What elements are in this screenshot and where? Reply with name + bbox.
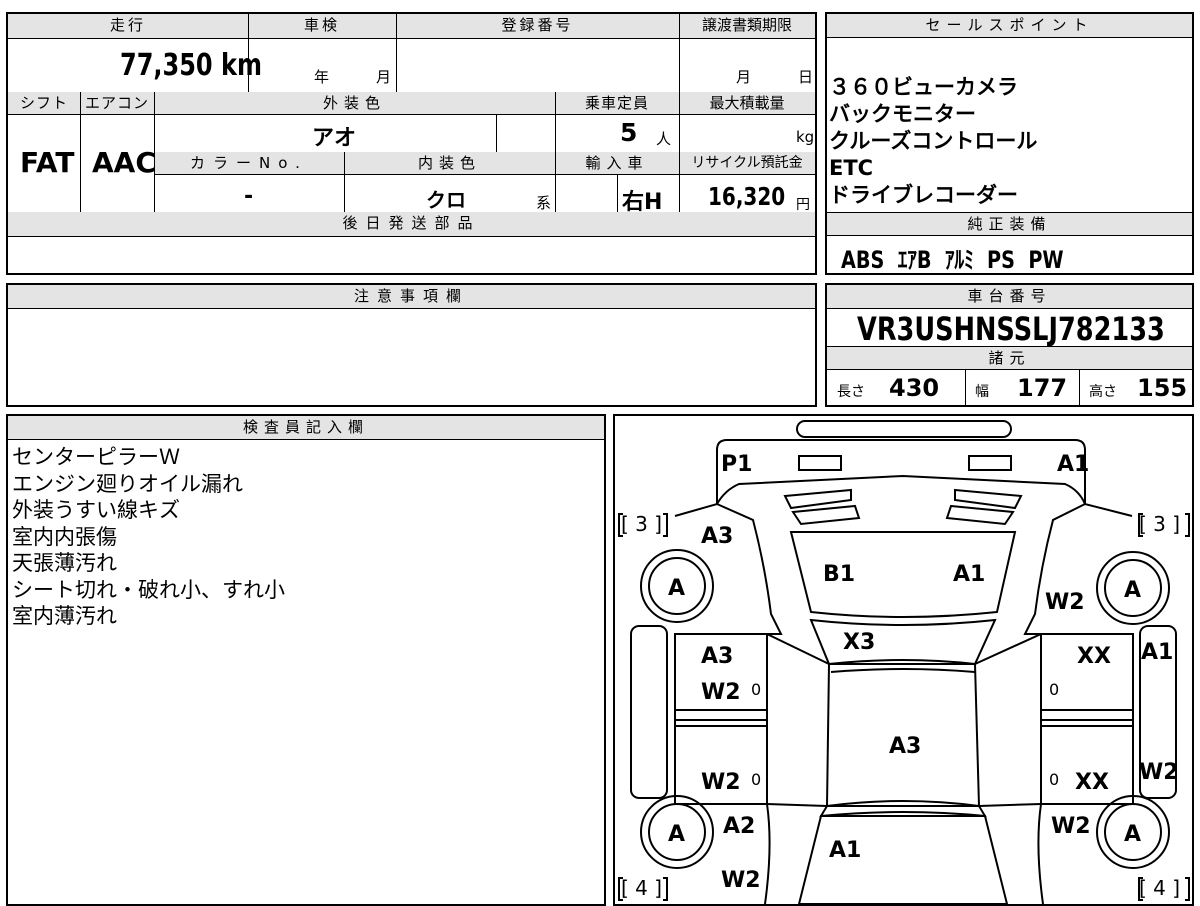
height-value: 155 — [1137, 374, 1188, 402]
capacity-unit: 人 — [656, 130, 672, 148]
width-label: 幅 — [975, 384, 989, 400]
ac-value: AAC — [92, 146, 156, 179]
mark-zero-rf: 0 — [1049, 680, 1060, 699]
inspection-year-unit: 年 — [314, 68, 330, 86]
recycle-label: リサイクル預託金 — [679, 152, 815, 174]
inspector-line: 室内内張傷 — [12, 524, 117, 549]
mark-rear-left: W2 — [721, 868, 761, 893]
mark-zero-lf: 0 — [751, 680, 762, 699]
inspector-line: 外装うすい線キズ — [12, 498, 180, 522]
color-no-value: - — [244, 184, 254, 209]
interior-color-value: クロ — [426, 188, 466, 212]
standard-equipment-value: ABS ｴｱB ｱﾙﾐ PS PW — [841, 246, 1064, 274]
mark-windshield: X3 — [843, 630, 876, 655]
sales-points-list: ３６０ビューカメラ バックモニター クルーズコントロール ETC ドライブレコー… — [829, 74, 1189, 209]
inspector-line: 天張薄汚れ — [12, 551, 117, 575]
bracket-rear-left: [ 4 ] — [621, 876, 663, 900]
max-load-unit: kg — [796, 128, 815, 146]
registration-label: 登録番号 — [396, 14, 679, 38]
exterior-color-value: アオ — [312, 126, 357, 151]
import-label: 輸入車 — [555, 152, 679, 174]
bracket-rear-right: [ 4 ] — [1139, 876, 1181, 900]
exterior-color-label: 外装色 — [154, 92, 555, 114]
width-value: 177 — [1017, 374, 1068, 402]
vehicle-info-table: 走行 車検 登録番号 譲渡書類期限 77,350 km 年 月 月 日 シフト … — [6, 12, 817, 275]
interior-color-suffix: 系 — [536, 194, 552, 212]
bracket-front-right: [ 3 ] — [1139, 512, 1181, 536]
inspector-line: 室内薄汚れ — [12, 604, 117, 628]
mark-hood-right: A1 — [953, 562, 986, 587]
mark-right-rear-door: XX — [1075, 770, 1109, 795]
specs-label: 諸元 — [827, 346, 1192, 370]
inspection-label: 車検 — [248, 14, 396, 38]
sales-point-item: クルーズコントロール — [829, 129, 1038, 153]
interior-color-label: 内装色 — [344, 152, 555, 174]
capacity-value: 5 — [620, 118, 638, 147]
chassis-box: 車台番号 VR3USHNSSLJ782133 諸元 長さ 430 幅 177 高… — [825, 283, 1194, 407]
mark-left-rear-door: W2 — [701, 770, 741, 795]
sales-point-item: ３６０ビューカメラ — [829, 75, 1018, 99]
mark-left-front-door-1: A3 — [701, 644, 734, 669]
transfer-month-unit: 月 — [736, 68, 752, 86]
length-value: 430 — [889, 374, 940, 402]
capacity-label: 乗車定員 — [555, 92, 679, 114]
mileage-label: 走行 — [8, 14, 248, 38]
inspection-month-unit: 月 — [376, 68, 392, 86]
mileage-value: 77,350 km — [120, 48, 262, 83]
mark-roof: A3 — [889, 734, 922, 759]
mark-left-front-door-2: W2 — [701, 680, 741, 705]
standard-equipment-label: 純正装備 — [827, 213, 1192, 236]
mark-right-front-fender: W2 — [1045, 590, 1085, 615]
color-no-label: カラーNo. — [154, 152, 344, 174]
inspector-list: センターピラーＷ エンジン廻りオイル漏れ 外装うすい線キズ 室内内張傷 天張薄汚… — [12, 444, 602, 630]
mark-right-rear-fender: W2 — [1051, 814, 1091, 839]
sales-point-item: ETC — [829, 156, 874, 180]
max-load-label: 最大積載量 — [679, 92, 815, 114]
sales-point-item: バックモニター — [829, 102, 976, 126]
recycle-unit: 円 — [796, 197, 810, 213]
mark-trunk: A1 — [829, 838, 862, 863]
mark-right-sill: A1 — [1141, 640, 1174, 665]
mark-wheel-fl: A — [668, 576, 686, 601]
height-label: 高さ — [1089, 384, 1117, 400]
mark-left-rear-fender: A2 — [723, 814, 756, 839]
mark-wheel-rr: A — [1124, 822, 1142, 847]
recycle-value: 16,320 — [708, 182, 786, 211]
mark-front-left: P1 — [721, 452, 753, 477]
chassis-number: VR3USHNSSLJ782133 — [857, 310, 1165, 348]
transfer-day-unit: 日 — [798, 68, 814, 86]
shift-label: シフト — [8, 92, 80, 114]
mark-front-right: A1 — [1057, 452, 1090, 477]
later-parts-label: 後日発送部品 — [8, 212, 815, 236]
sales-point-item: ドライブレコーダー — [829, 183, 1018, 207]
transfer-deadline-label: 譲渡書類期限 — [679, 14, 815, 38]
mark-right-rear-sill: W2 — [1139, 760, 1179, 785]
bracket-front-left: [ 3 ] — [621, 512, 663, 536]
mark-right-front-door: XX — [1077, 644, 1111, 669]
inspector-box: 検査員記入欄 センターピラーＷ エンジン廻りオイル漏れ 外装うすい線キズ 室内内… — [6, 414, 606, 906]
notes-box: 注意事項欄 — [6, 283, 817, 407]
mark-zero-lr: 0 — [751, 770, 762, 789]
inspector-line: センターピラーＷ — [12, 445, 180, 469]
mark-left-front-fender: A3 — [701, 524, 734, 549]
mark-hood-left: B1 — [823, 562, 856, 587]
length-label: 長さ — [837, 384, 865, 400]
ac-label: エアコン — [80, 92, 154, 114]
sales-points-box: セールスポイント ３６０ビューカメラ バックモニター クルーズコントロール ET… — [825, 12, 1194, 275]
mark-zero-rr: 0 — [1049, 770, 1060, 789]
notes-label: 注意事項欄 — [8, 285, 815, 309]
mark-wheel-fr: A — [1124, 578, 1142, 603]
sales-points-label: セールスポイント — [827, 14, 1192, 38]
inspector-label: 検査員記入欄 — [8, 416, 604, 440]
shift-value: FAT — [20, 146, 75, 179]
mark-wheel-rl: A — [668, 822, 686, 847]
chassis-label: 車台番号 — [827, 285, 1192, 309]
inspector-line: シート切れ・破れ小、すれ小 — [12, 577, 285, 602]
inspector-line: エンジン廻りオイル漏れ — [12, 471, 243, 496]
damage-diagram: P1 A1 [ 3 ] [ 3 ] A3 B1 A1 W2 A A X3 A3 … — [613, 414, 1194, 906]
